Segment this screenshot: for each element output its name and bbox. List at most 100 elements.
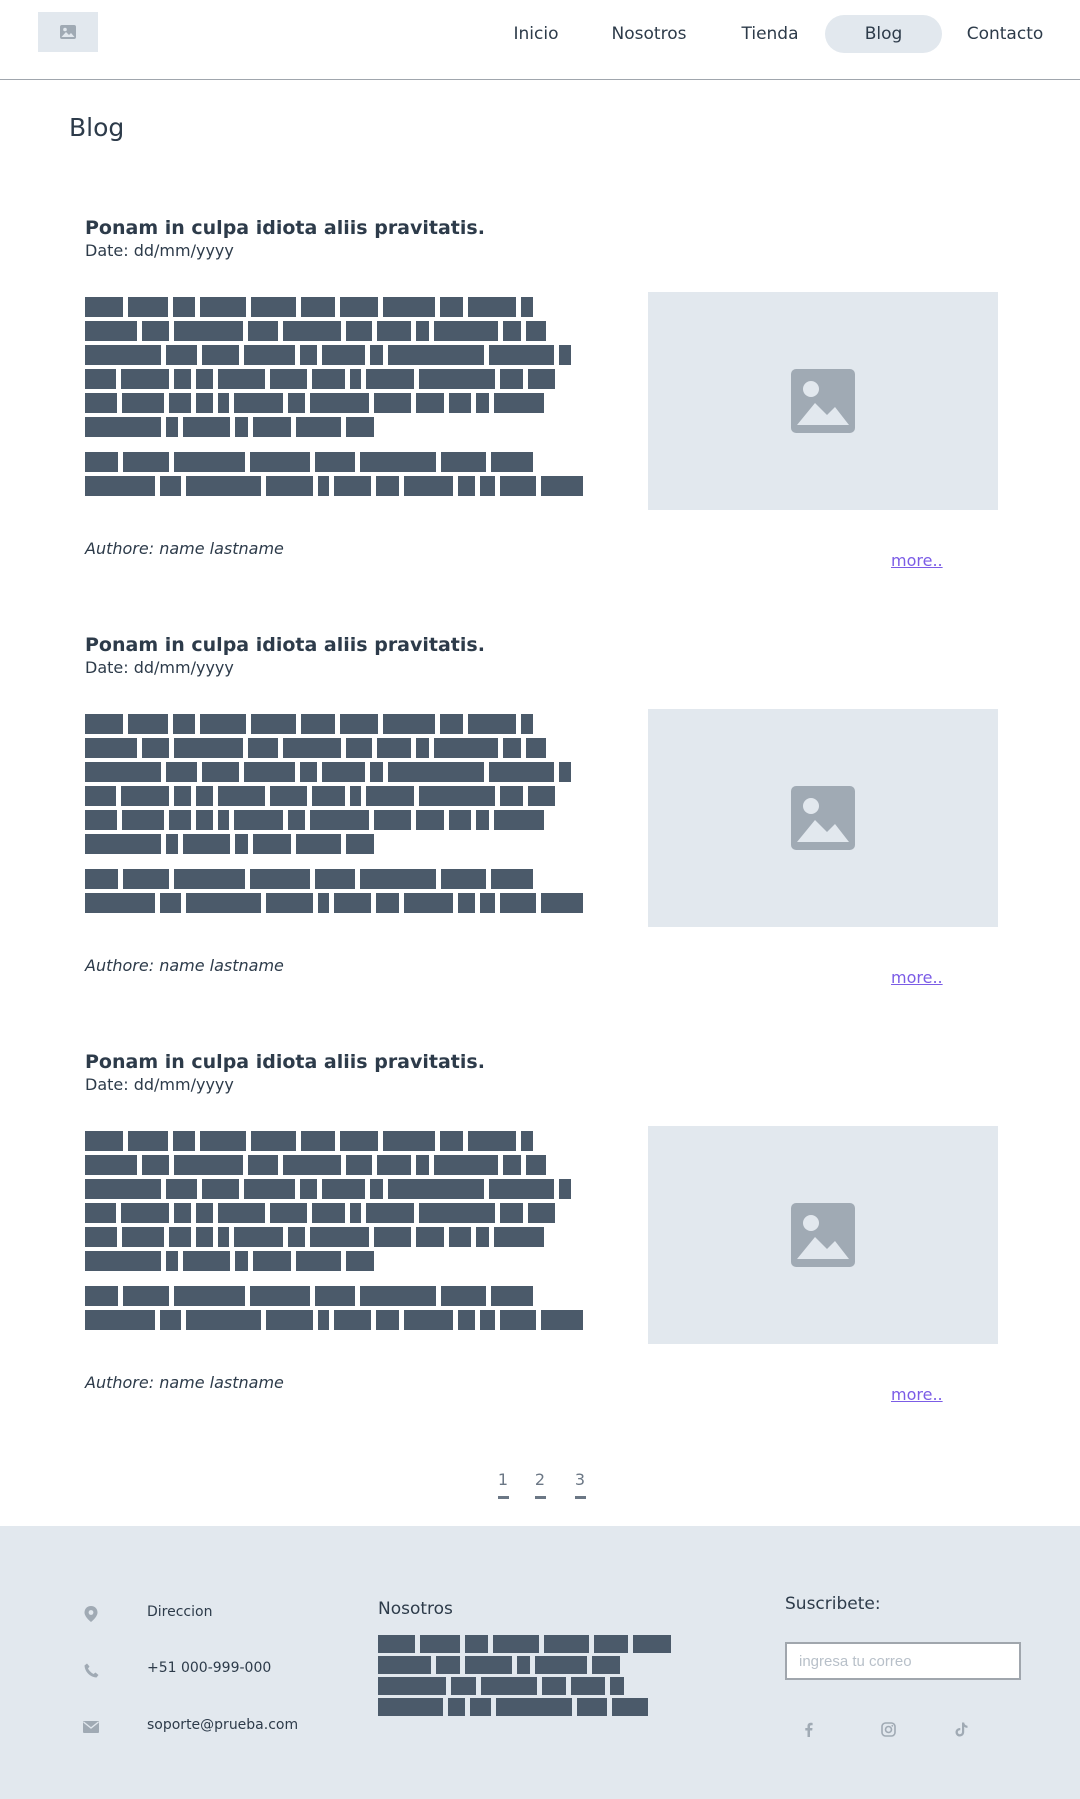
redacted-text-block: [366, 369, 414, 389]
redacted-text-block: [250, 869, 310, 889]
redacted-text-block: [160, 476, 181, 496]
post-image: [648, 292, 998, 510]
post-title[interactable]: Ponam in culpa idiota aliis pravitatis.: [85, 1051, 485, 1073]
pagination-page-1[interactable]: 1: [491, 1470, 515, 1499]
post-image: [648, 709, 998, 927]
redacted-text-block: [559, 1179, 571, 1199]
redacted-text-block: [248, 1155, 278, 1175]
redacted-text-block: [296, 834, 341, 854]
redacted-text-block: [196, 1203, 213, 1223]
redacted-text-block: [200, 297, 246, 317]
phone-icon: [83, 1662, 99, 1678]
redacted-text-block: [166, 417, 178, 437]
redacted-text-block: [458, 476, 475, 496]
footer-address: Direccion: [147, 1604, 213, 1620]
read-more-link[interactable]: more..: [891, 1385, 943, 1404]
redacted-text-block: [416, 393, 444, 413]
redacted-text-block: [186, 476, 261, 496]
post-title[interactable]: Ponam in culpa idiota aliis pravitatis.: [85, 217, 485, 239]
facebook-icon[interactable]: [798, 1719, 818, 1739]
redacted-text-block: [200, 1131, 246, 1151]
redacted-text-block: [142, 1155, 169, 1175]
redacted-text-block: [383, 297, 435, 317]
redacted-text-block: [160, 1310, 181, 1330]
redacted-text-block: [489, 1179, 554, 1199]
redacted-text-block: [283, 738, 341, 758]
nav-item-contacto[interactable]: Contacto: [964, 15, 1046, 53]
redacted-text-block: [610, 1677, 624, 1695]
footer-about-heading: Nosotros: [378, 1599, 453, 1619]
image-placeholder-icon: [791, 1203, 855, 1267]
redacted-text-block: [468, 1131, 516, 1151]
post-title[interactable]: Ponam in culpa idiota aliis pravitatis.: [85, 634, 485, 656]
redacted-text-block: [250, 452, 310, 472]
nav-item-nosotros[interactable]: Nosotros: [606, 15, 692, 53]
redacted-text-block: [296, 1251, 341, 1271]
read-more-link[interactable]: more..: [891, 968, 943, 987]
redacted-text-block: [388, 762, 484, 782]
redacted-text-block: [142, 738, 169, 758]
redacted-text-block: [378, 1677, 446, 1695]
redacted-text-block: [288, 393, 305, 413]
redacted-text-block: [440, 297, 463, 317]
redacted-text-block: [458, 1310, 475, 1330]
redacted-text-block: [312, 369, 345, 389]
image-placeholder-icon: [791, 786, 855, 850]
redacted-text-block: [465, 1635, 488, 1653]
redacted-text-block: [218, 810, 229, 830]
post-date: Date: dd/mm/yyyy: [85, 1075, 234, 1094]
redacted-text-block: [494, 810, 544, 830]
redacted-text-block: [300, 762, 317, 782]
envelope-icon: [83, 1719, 99, 1735]
redacted-text-block: [318, 893, 329, 913]
nav-item-tienda[interactable]: Tienda: [734, 15, 806, 53]
redacted-text-block: [218, 369, 265, 389]
redacted-text-block: [196, 1227, 213, 1247]
redacted-text-block: [288, 1227, 305, 1247]
redacted-text-block: [374, 393, 411, 413]
redacted-text-block: [441, 869, 486, 889]
redacted-text-block: [183, 417, 230, 437]
redacted-text-block: [377, 738, 411, 758]
pagination-page-2[interactable]: 2: [528, 1470, 552, 1499]
redacted-text-block: [544, 1635, 589, 1653]
redacted-text-block: [528, 786, 555, 806]
redacted-text-block: [470, 1698, 491, 1716]
redacted-text-block: [266, 476, 313, 496]
redacted-text-block: [481, 1677, 537, 1695]
logo[interactable]: [38, 12, 98, 52]
redacted-text-block: [318, 1310, 329, 1330]
pagination-page-3[interactable]: 3: [568, 1470, 592, 1499]
redacted-text-block: [494, 1227, 544, 1247]
redacted-text-block: [218, 1227, 229, 1247]
nav-item-inicio[interactable]: Inicio: [502, 15, 570, 53]
redacted-text-block: [376, 1310, 399, 1330]
redacted-text-block: [449, 393, 471, 413]
redacted-text-block: [419, 1203, 495, 1223]
subscribe-email-input[interactable]: [785, 1642, 1021, 1680]
nav-item-blog[interactable]: Blog: [825, 15, 942, 53]
redacted-text-block: [174, 369, 191, 389]
redacted-text-block: [416, 1155, 429, 1175]
redacted-text-block: [123, 452, 169, 472]
redacted-text-block: [85, 1251, 161, 1271]
redacted-text-block: [85, 321, 137, 341]
redacted-text-block: [174, 786, 191, 806]
tiktok-icon[interactable]: [951, 1719, 971, 1739]
redacted-text-block: [202, 345, 239, 365]
footer-about-text: [378, 1635, 678, 1719]
page-number: 2: [534, 1470, 546, 1489]
redacted-text-block: [121, 1203, 169, 1223]
redacted-text-block: [85, 417, 161, 437]
redacted-text-block: [493, 1635, 539, 1653]
redacted-text-block: [500, 1203, 523, 1223]
instagram-icon[interactable]: [878, 1719, 898, 1739]
redacted-text-block: [340, 1131, 378, 1151]
redacted-text-block: [571, 1677, 605, 1695]
read-more-link[interactable]: more..: [891, 551, 943, 570]
redacted-text-block: [434, 321, 498, 341]
redacted-text-block: [288, 810, 305, 830]
redacted-text-block: [416, 738, 429, 758]
redacted-text-block: [374, 1227, 411, 1247]
redacted-text-block: [491, 452, 533, 472]
